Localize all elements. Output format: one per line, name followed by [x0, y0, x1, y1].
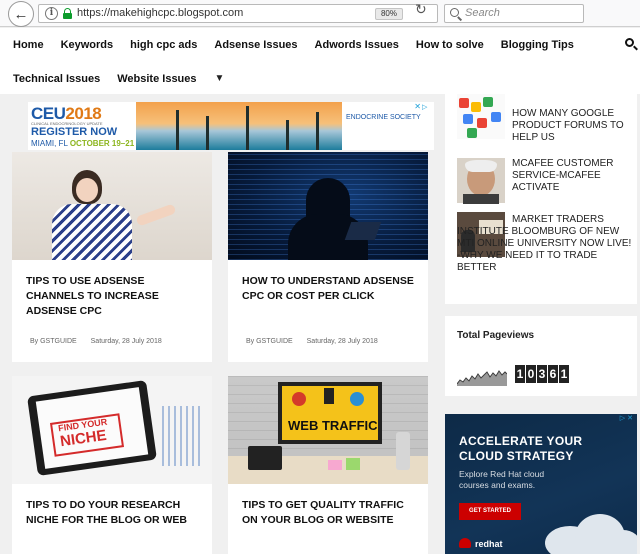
reload-icon[interactable]: ↻	[415, 1, 427, 18]
pageviews-digit: 1	[515, 365, 525, 383]
post-thumbnail[interactable]: WEB TRAFFIC	[228, 376, 428, 484]
post-meta: By GSTGUIDE Saturday, 28 July 2018	[246, 338, 390, 345]
post-thumbnail[interactable]	[228, 152, 428, 260]
post-card-4[interactable]: WEB TRAFFIC TIPS TO GET QUALITY TRAFFIC …	[228, 376, 428, 554]
pageviews-digit: 0	[526, 365, 536, 383]
post-date: Saturday, 28 July 2018	[306, 338, 378, 345]
browser-toolbar: ← i https://makehighcpc.blogspot.com 80%…	[0, 0, 640, 27]
search-placeholder: Search	[465, 7, 500, 19]
pageviews-title: Total Pageviews	[457, 330, 535, 341]
nav-row-2: Technical Issues Website Issues ▼	[0, 62, 224, 95]
popular-post-title[interactable]: MCAFEE CUSTOMER SERVICE-MCAFEE ACTIVATE	[512, 158, 633, 194]
main-content: CEU2018 CLINICAL ENDOCRINOLOGY UPDATE RE…	[0, 94, 640, 554]
pageviews-digit: 3	[537, 365, 547, 383]
nav-item-website-issues[interactable]: Website Issues	[117, 73, 196, 85]
nav-item-blogging-tips[interactable]: Blogging Tips	[501, 39, 574, 51]
popular-post-thumbnail[interactable]	[457, 158, 505, 204]
adchoices-icon[interactable]: ▷ ✕	[620, 414, 633, 422]
url-text[interactable]: https://makehighcpc.blogspot.com	[77, 7, 243, 19]
browser-search-input[interactable]: Search	[444, 4, 584, 23]
popular-post-thumbnail[interactable]	[457, 94, 505, 139]
post-thumbnail[interactable]	[12, 152, 212, 260]
nav-item-high-cpc-ads[interactable]: high cpc ads	[130, 39, 197, 51]
pageviews-digit: 1	[559, 365, 569, 383]
adchoices-icon[interactable]: ▷	[422, 103, 431, 112]
redhat-logo-text: redhat	[475, 539, 503, 549]
post-card-3[interactable]: FIND YOUR NICHE TIPS TO DO YOUR RESEARCH…	[12, 376, 212, 554]
search-icon[interactable]	[625, 38, 634, 47]
get-started-button[interactable]: GET STARTED	[459, 503, 521, 520]
popular-post-title[interactable]: HOW MANY GOOGLE PRODUCT FORUMS TO HELP U…	[512, 108, 633, 144]
ad-location: MIAMI, FL OCTOBER 19–21	[31, 139, 135, 148]
post-title[interactable]: TIPS TO USE ADSENSE CHANNELS TO INCREASE…	[12, 260, 212, 319]
post-card-1[interactable]: TIPS TO USE ADSENSE CHANNELS TO INCREASE…	[12, 152, 212, 362]
ad-headline: ACCELERATE YOUR CLOUD STRATEGY	[459, 434, 583, 463]
nav-item-adwords-issues[interactable]: Adwords Issues	[315, 39, 399, 51]
nav-item-technical-issues[interactable]: Technical Issues	[13, 73, 100, 85]
nav-row-1: Home Keywords high cpc ads Adsense Issue…	[0, 28, 578, 61]
close-icon[interactable]: ✕	[414, 102, 421, 111]
top-banner-ad[interactable]: CEU2018 CLINICAL ENDOCRINOLOGY UPDATE RE…	[28, 102, 434, 150]
pageviews-widget: Total Pageviews 1 0 3 6 1	[445, 316, 637, 396]
post-card-2[interactable]: HOW TO UNDERSTAND ADSENSE CPC OR COST PE…	[228, 152, 428, 362]
redhat-logo-icon	[459, 538, 471, 548]
post-title[interactable]: TIPS TO GET QUALITY TRAFFIC ON YOUR BLOG…	[228, 484, 428, 528]
ad-body: Explore Red Hat cloud courses and exams.	[459, 469, 545, 490]
info-icon[interactable]: i	[45, 7, 58, 20]
post-thumbnail[interactable]: FIND YOUR NICHE	[12, 376, 212, 484]
lock-icon	[63, 8, 72, 19]
pageviews-counter: 1 0 3 6 1	[515, 365, 570, 383]
chevron-down-icon[interactable]: ▼	[215, 73, 225, 84]
nav-item-how-to-solve[interactable]: How to solve	[416, 39, 484, 51]
ad-cta[interactable]: REGISTER NOW	[31, 126, 117, 138]
pageviews-sparkline	[457, 370, 507, 386]
redhat-ad[interactable]: ▷ ✕ ACCELERATE YOUR CLOUD STRATEGY Explo…	[445, 414, 637, 554]
pageviews-digit: 6	[548, 365, 558, 383]
popular-posts: HOW MANY GOOGLE PRODUCT FORUMS TO HELP U…	[445, 94, 637, 304]
zoom-level[interactable]: 80%	[375, 8, 403, 20]
post-author[interactable]: By GSTGUIDE	[246, 338, 293, 345]
nav-item-home[interactable]: Home	[13, 39, 44, 51]
search-icon	[450, 8, 459, 17]
post-title[interactable]: TIPS TO DO YOUR RESEARCH NICHE FOR THE B…	[12, 484, 212, 528]
popular-post-title-long[interactable]: MARKET TRADERS INSTITUTE BLOOMBURG OF NE…	[457, 214, 633, 274]
back-arrow-icon[interactable]: ←	[8, 1, 34, 27]
address-bar[interactable]: i https://makehighcpc.blogspot.com 80%	[38, 4, 438, 23]
ad-text-block: CEU2018 CLINICAL ENDOCRINOLOGY UPDATE RE…	[28, 102, 136, 150]
nav-item-adsense-issues[interactable]: Adsense Issues	[214, 39, 297, 51]
ad-beach-photo	[136, 102, 342, 150]
nav-item-keywords[interactable]: Keywords	[61, 39, 114, 51]
post-author[interactable]: By GSTGUIDE	[30, 338, 77, 345]
post-title[interactable]: HOW TO UNDERSTAND ADSENSE CPC OR COST PE…	[228, 260, 428, 304]
thumb-text-web-traffic: WEB TRAFFIC	[288, 418, 378, 433]
endocrine-society-logo: ENDOCRINE SOCIETY	[346, 114, 421, 121]
post-meta: By GSTGUIDE Saturday, 28 July 2018	[30, 338, 174, 345]
post-date: Saturday, 28 July 2018	[90, 338, 162, 345]
site-navigation: Home Keywords high cpc ads Adsense Issue…	[0, 28, 640, 94]
